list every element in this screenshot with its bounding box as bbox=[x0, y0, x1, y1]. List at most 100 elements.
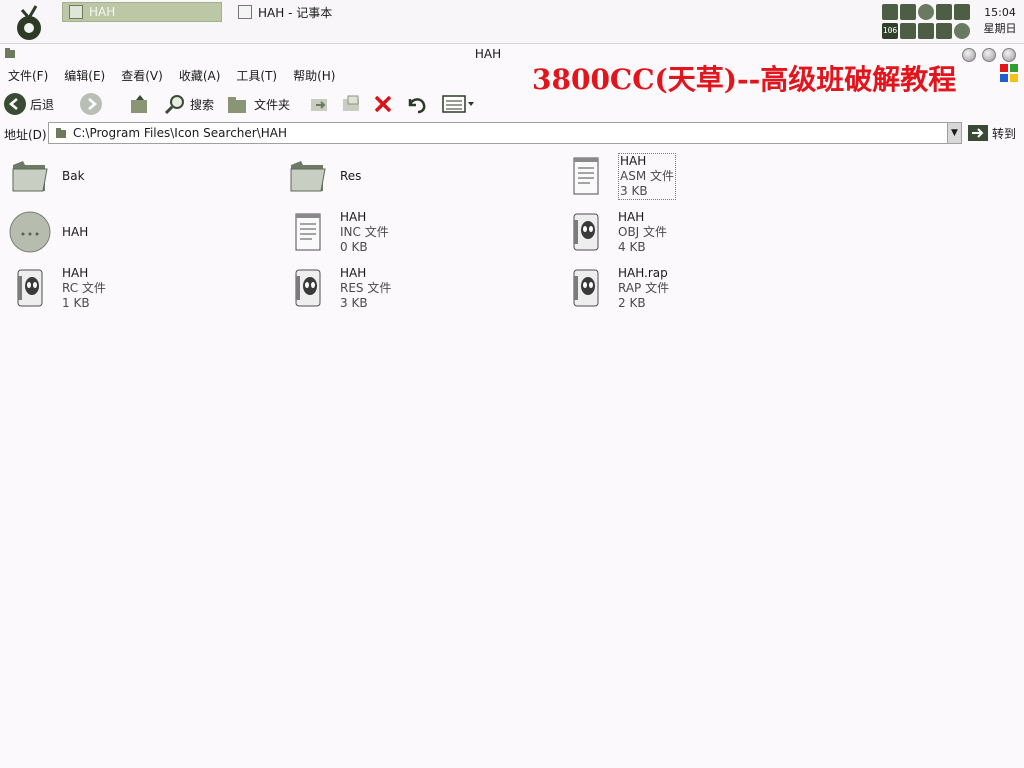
minimize-button[interactable] bbox=[962, 48, 976, 62]
windows-logo-icon bbox=[1000, 64, 1018, 82]
folder-icon bbox=[69, 5, 83, 19]
switch-icon[interactable] bbox=[918, 23, 934, 39]
file-name: HAH bbox=[340, 265, 367, 280]
go-button[interactable]: 转到 bbox=[968, 122, 1016, 144]
address-label: 地址(D) bbox=[4, 128, 47, 142]
tray-badge[interactable]: 106 bbox=[882, 23, 898, 39]
menu-bar: 文件(F) 编辑(E) 查看(V) 收藏(A) 工具(T) 帮助(H) bbox=[0, 66, 520, 86]
monitor-icon[interactable] bbox=[954, 4, 970, 20]
file-name: Res bbox=[340, 168, 362, 183]
delete-button[interactable] bbox=[372, 92, 394, 116]
text-document-icon bbox=[286, 210, 330, 254]
address-dropdown-button[interactable]: ▼ bbox=[947, 123, 961, 143]
play-icon[interactable] bbox=[900, 4, 916, 20]
delete-icon bbox=[374, 95, 392, 113]
file-type: ASM 文件 bbox=[620, 168, 674, 183]
folders-button[interactable]: 文件夹 bbox=[226, 92, 290, 116]
file-size: 3 KB bbox=[620, 183, 648, 198]
copy-to-button[interactable] bbox=[340, 92, 362, 116]
clock[interactable]: 15:04 星期日 bbox=[978, 5, 1022, 37]
file-item-hah-rc[interactable]: HAH RC 文件 1 KB bbox=[8, 262, 106, 314]
taskbar-button-label: HAH bbox=[89, 5, 116, 19]
address-input[interactable]: C:\Program Files\Icon Searcher\HAH bbox=[48, 122, 962, 144]
search-icon bbox=[164, 95, 184, 115]
file-type: OBJ 文件 bbox=[618, 224, 668, 239]
file-item-hah-obj[interactable]: HAH OBJ 文件 4 KB bbox=[564, 206, 667, 258]
search-button[interactable]: 搜索 bbox=[164, 92, 214, 116]
menu-file[interactable]: 文件(F) bbox=[0, 66, 56, 86]
file-name: HAH bbox=[340, 209, 367, 224]
taskbar-button-label: HAH - 记事本 bbox=[258, 5, 333, 20]
input-method-icon[interactable] bbox=[900, 23, 916, 39]
file-name: HAH bbox=[62, 265, 89, 280]
file-item-hah-asm[interactable]: HAH ASM 文件 3 KB bbox=[564, 150, 676, 202]
file-size: 4 KB bbox=[618, 239, 646, 254]
folder-icon bbox=[286, 154, 330, 198]
taskbar-button-notepad[interactable]: HAH - 记事本 bbox=[232, 2, 392, 22]
text-document-icon bbox=[564, 154, 608, 198]
clock-time: 15:04 bbox=[984, 6, 1016, 19]
file-item-hah-res[interactable]: HAH RES 文件 3 KB bbox=[286, 262, 391, 314]
undo-button[interactable] bbox=[404, 92, 428, 116]
alien-file-icon bbox=[8, 266, 52, 310]
go-button-label: 转到 bbox=[992, 126, 1017, 141]
speaker-icon[interactable] bbox=[936, 4, 952, 20]
file-size: 2 KB bbox=[618, 295, 646, 310]
views-icon bbox=[442, 95, 474, 113]
back-button[interactable]: 后退 bbox=[4, 92, 54, 116]
file-item-hah-inc[interactable]: HAH INC 文件 0 KB bbox=[286, 206, 389, 258]
menu-view[interactable]: 查看(V) bbox=[113, 66, 171, 86]
folder-icon bbox=[8, 154, 52, 198]
menu-edit[interactable]: 编辑(E) bbox=[56, 66, 113, 86]
taskbar: HAH HAH - 记事本 106 15:04 星期日 bbox=[0, 0, 1024, 44]
menu-tools[interactable]: 工具(T) bbox=[228, 66, 285, 86]
globe-icon[interactable] bbox=[918, 4, 934, 20]
file-name: HAH.rap bbox=[618, 265, 668, 280]
folder-up-icon bbox=[131, 95, 147, 113]
file-name: Bak bbox=[62, 168, 85, 183]
address-value: C:\Program Files\Icon Searcher\HAH bbox=[73, 126, 288, 140]
menu-help[interactable]: 帮助(H) bbox=[285, 66, 343, 86]
system-tray: 106 bbox=[882, 4, 972, 40]
file-name: HAH bbox=[620, 153, 647, 168]
back-button-label: 后退 bbox=[30, 97, 55, 112]
file-item-hah-rap[interactable]: HAH.rap RAP 文件 2 KB bbox=[564, 262, 669, 314]
views-button[interactable] bbox=[442, 92, 476, 116]
alien-file-icon bbox=[286, 266, 330, 310]
up-button[interactable] bbox=[128, 92, 152, 116]
maximize-button[interactable] bbox=[982, 48, 996, 62]
file-type: INC 文件 bbox=[340, 224, 389, 239]
file-item-res-folder[interactable]: Res bbox=[286, 150, 361, 202]
file-type: RAP 文件 bbox=[618, 280, 670, 295]
notepad-icon bbox=[238, 5, 252, 19]
antivirus-icon[interactable] bbox=[954, 23, 970, 39]
forward-button[interactable] bbox=[80, 92, 102, 116]
file-size: 3 KB bbox=[340, 295, 368, 310]
folder-icon bbox=[56, 128, 66, 138]
file-type: RC 文件 bbox=[62, 280, 106, 295]
move-to-button[interactable] bbox=[308, 92, 330, 116]
move-to-icon bbox=[311, 99, 327, 111]
alien-file-icon bbox=[564, 210, 608, 254]
taskbar-button-hah-folder[interactable]: HAH bbox=[62, 2, 222, 22]
file-size: 1 KB bbox=[62, 295, 90, 310]
back-arrow-icon bbox=[4, 93, 26, 115]
menu-favorites[interactable]: 收藏(A) bbox=[171, 66, 229, 86]
file-item-bak-folder[interactable]: Bak bbox=[8, 150, 85, 202]
start-menu-logo-icon[interactable] bbox=[12, 2, 46, 42]
file-list: Bak Res HAH ASM 文件 3 KB HAH HAH INC 文件 0… bbox=[0, 150, 1024, 768]
forward-arrow-icon bbox=[80, 93, 102, 115]
chevron-down-icon: ▼ bbox=[951, 128, 958, 138]
network-icon[interactable] bbox=[882, 4, 898, 20]
close-button[interactable] bbox=[1002, 48, 1016, 62]
alien-file-icon bbox=[564, 266, 608, 310]
toolbar: 后退 搜索 文件夹 bbox=[0, 88, 1024, 120]
file-item-hah-app[interactable]: HAH bbox=[8, 206, 88, 258]
folders-button-label: 文件夹 bbox=[254, 97, 291, 112]
undo-icon bbox=[408, 98, 426, 114]
search-button-label: 搜索 bbox=[190, 97, 215, 112]
copy-to-icon bbox=[343, 95, 359, 111]
network-computers-icon[interactable] bbox=[936, 23, 952, 39]
file-size: 0 KB bbox=[340, 239, 368, 254]
go-arrow-icon bbox=[968, 125, 988, 141]
